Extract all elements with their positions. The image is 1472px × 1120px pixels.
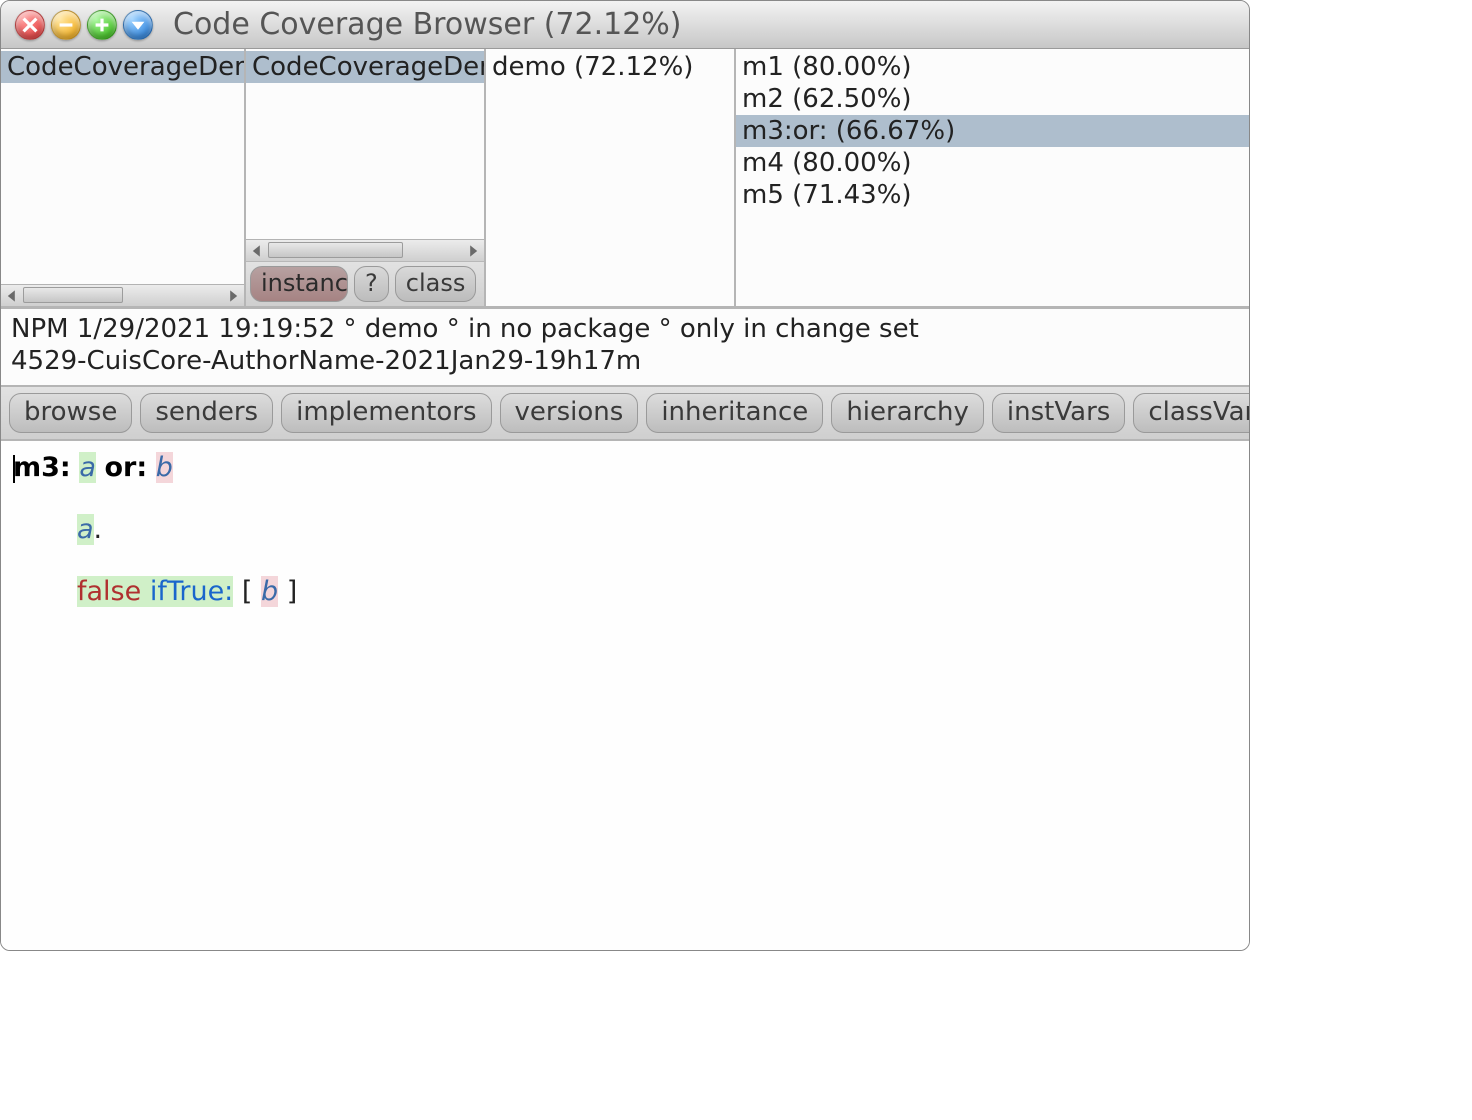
class-pane: CodeCoverageDem instanc ? class (246, 49, 486, 306)
list-item[interactable]: CodeCoverageDem (246, 51, 484, 83)
close-button[interactable] (15, 10, 45, 40)
kw-iftrue: ifTrue: (150, 576, 233, 607)
implementors-button[interactable]: implementors (281, 393, 491, 433)
list-item[interactable]: m4 (80.00%) (736, 147, 1249, 179)
method-pane: m1 (80.00%) m2 (62.50%) m3:or: (66.67%) … (736, 49, 1249, 306)
list-item[interactable]: demo (72.12%) (486, 51, 734, 83)
bracket-close: ] (287, 576, 298, 607)
toolbar: browse senders implementors versions inh… (1, 387, 1249, 441)
class-list[interactable]: CodeCoverageDem (246, 49, 484, 239)
hscrollbar[interactable] (246, 239, 484, 261)
kw-or: or: (104, 452, 147, 483)
scroll-track[interactable] (268, 240, 462, 261)
kw-m3: m3: (13, 452, 71, 483)
instvars-button[interactable]: instVars (992, 393, 1125, 433)
arg-b: b (156, 452, 173, 483)
code-line: a. (13, 513, 1237, 547)
list-item[interactable]: m3:or: (66.67%) (736, 115, 1249, 147)
arg-a: a (77, 514, 94, 545)
class-side-toggle: instanc ? class (246, 261, 484, 306)
info-line: 4529-CuisCore-AuthorName-2021Jan29-19h17… (11, 345, 1239, 377)
hscrollbar[interactable] (1, 284, 244, 306)
instance-button[interactable]: instanc (250, 266, 348, 302)
method-list[interactable]: m1 (80.00%) m2 (62.50%) m3:or: (66.67%) … (736, 49, 1249, 306)
window-title: Code Coverage Browser (72.12%) (159, 7, 1235, 42)
code-pane[interactable]: m3: a or: b a. false ifTrue: [ b ] (1, 441, 1249, 950)
scroll-right-icon[interactable] (222, 286, 244, 306)
hierarchy-button[interactable]: hierarchy (831, 393, 984, 433)
chevron-down-icon (130, 17, 146, 33)
list-item[interactable]: m1 (80.00%) (736, 51, 1249, 83)
versions-button[interactable]: versions (500, 393, 639, 433)
protocol-pane: demo (72.12%) (486, 49, 736, 306)
scroll-thumb[interactable] (23, 287, 123, 303)
list-item[interactable]: CodeCoverageDem (1, 51, 244, 83)
title-bar: Code Coverage Browser (72.12%) (1, 1, 1249, 49)
scroll-left-icon[interactable] (246, 241, 268, 261)
browse-button[interactable]: browse (9, 393, 132, 433)
maximize-button[interactable] (87, 10, 117, 40)
plus-icon (94, 17, 110, 33)
close-icon (22, 17, 38, 33)
class-button[interactable]: class (395, 266, 477, 302)
classvars-button[interactable]: classVars (1133, 393, 1250, 433)
arg-b: b (261, 576, 278, 607)
window-frame: Code Coverage Browser (72.12%) CodeCover… (0, 0, 1250, 951)
code-line-signature: m3: a or: b (13, 451, 1237, 485)
category-list[interactable]: CodeCoverageDem (1, 49, 244, 284)
list-item[interactable]: m2 (62.50%) (736, 83, 1249, 115)
info-line: NPM 1/29/2021 19:19:52 ° demo ° in no pa… (11, 313, 1239, 345)
list-item[interactable]: m5 (71.43%) (736, 179, 1249, 211)
dot: . (94, 514, 103, 545)
senders-button[interactable]: senders (140, 393, 273, 433)
scroll-left-icon[interactable] (1, 286, 23, 306)
kw-false: false (77, 576, 141, 607)
code-line: false ifTrue: [ b ] (13, 575, 1237, 609)
browser-panes: CodeCoverageDem CodeCoverageDem instanc … (1, 49, 1249, 309)
scroll-track[interactable] (23, 285, 222, 306)
bracket-open: [ (242, 576, 253, 607)
scroll-right-icon[interactable] (462, 241, 484, 261)
protocol-list[interactable]: demo (72.12%) (486, 49, 734, 306)
inheritance-button[interactable]: inheritance (646, 393, 823, 433)
info-pane: NPM 1/29/2021 19:19:52 ° demo ° in no pa… (1, 309, 1249, 387)
window-menu-button[interactable] (123, 10, 153, 40)
minimize-icon (58, 17, 74, 33)
category-pane: CodeCoverageDem (1, 49, 246, 306)
scroll-thumb[interactable] (268, 242, 403, 258)
arg-a: a (79, 452, 96, 483)
help-button[interactable]: ? (354, 266, 389, 302)
minimize-button[interactable] (51, 10, 81, 40)
